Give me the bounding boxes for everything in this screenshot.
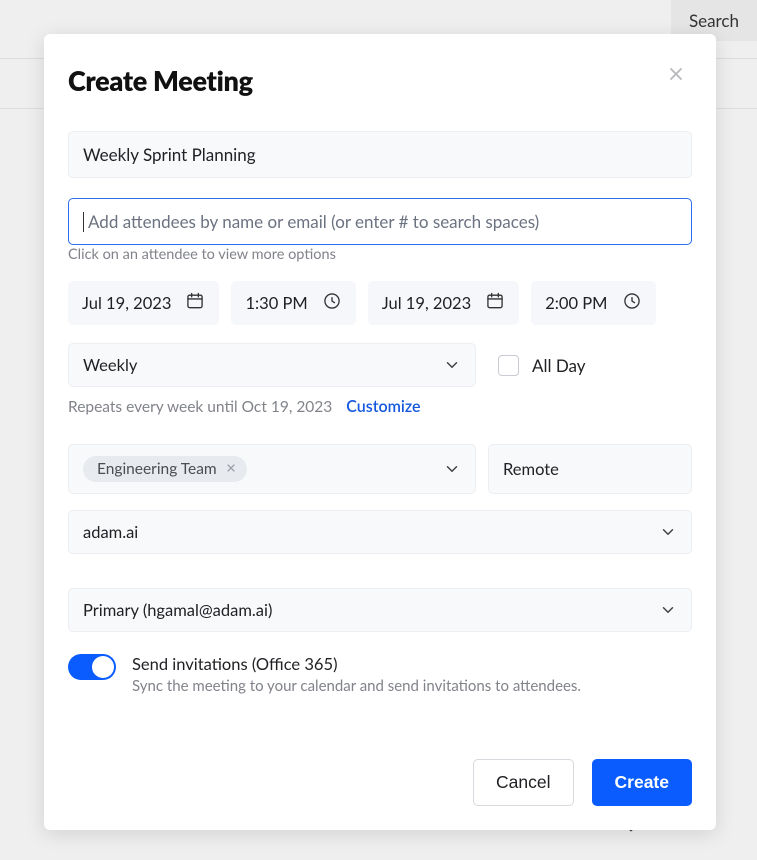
clock-icon <box>322 291 342 315</box>
team-chip[interactable]: Engineering Team <box>83 456 247 482</box>
calendar-select[interactable]: Primary (hgamal@adam.ai) <box>68 588 692 632</box>
attendees-field[interactable] <box>68 198 692 245</box>
location-field[interactable]: Remote <box>488 444 692 494</box>
calendar-icon <box>185 291 205 315</box>
dialog-title: Create Meeting <box>68 64 253 97</box>
start-time-value: 1:30 PM <box>245 293 307 313</box>
recurrence-value: Weekly <box>83 355 137 375</box>
team-chip-label: Engineering Team <box>97 460 217 478</box>
close-icon <box>225 462 237 474</box>
end-time-picker[interactable]: 2:00 PM <box>531 281 655 325</box>
create-button[interactable]: Create <box>592 759 692 806</box>
meeting-title-input[interactable] <box>83 144 677 165</box>
send-invitations-toggle[interactable] <box>68 654 116 680</box>
start-time-picker[interactable]: 1:30 PM <box>231 281 355 325</box>
chevron-down-icon <box>443 356 461 374</box>
remove-chip-button[interactable] <box>225 460 237 478</box>
clock-icon <box>622 291 642 315</box>
end-date-value: Jul 19, 2023 <box>382 293 471 313</box>
close-icon <box>666 64 686 84</box>
start-date-value: Jul 19, 2023 <box>82 293 171 313</box>
team-select[interactable]: Engineering Team <box>68 444 476 494</box>
chevron-down-icon <box>659 523 677 541</box>
calendar-icon <box>485 291 505 315</box>
attendees-hint: Click on an attendee to view more option… <box>68 246 692 263</box>
chevron-down-icon <box>659 601 677 619</box>
start-date-picker[interactable]: Jul 19, 2023 <box>68 281 219 325</box>
end-time-value: 2:00 PM <box>545 293 607 313</box>
repeat-summary: Repeats every week until Oct 19, 2023 <box>68 398 332 416</box>
create-meeting-dialog: Create Meeting Click on an attendee to v… <box>44 34 716 830</box>
workspace-select[interactable]: adam.ai <box>68 510 692 554</box>
invitations-label: Send invitations (Office 365) <box>132 654 581 674</box>
customize-link[interactable]: Customize <box>346 397 420 416</box>
text-cursor <box>83 212 84 232</box>
close-button[interactable] <box>666 64 692 88</box>
location-value: Remote <box>503 459 559 479</box>
end-date-picker[interactable]: Jul 19, 2023 <box>368 281 519 325</box>
meeting-title-field[interactable] <box>68 131 692 178</box>
all-day-label: All Day <box>532 355 586 376</box>
workspace-value: adam.ai <box>83 522 138 542</box>
cancel-button[interactable]: Cancel <box>473 759 573 806</box>
attendees-input[interactable] <box>88 211 677 232</box>
calendar-value: Primary (hgamal@adam.ai) <box>83 600 272 620</box>
invitations-description: Sync the meeting to your calendar and se… <box>132 677 581 695</box>
all-day-checkbox[interactable] <box>498 355 519 376</box>
recurrence-select[interactable]: Weekly <box>68 343 476 387</box>
toggle-knob <box>92 656 114 678</box>
chevron-down-icon <box>443 460 461 478</box>
